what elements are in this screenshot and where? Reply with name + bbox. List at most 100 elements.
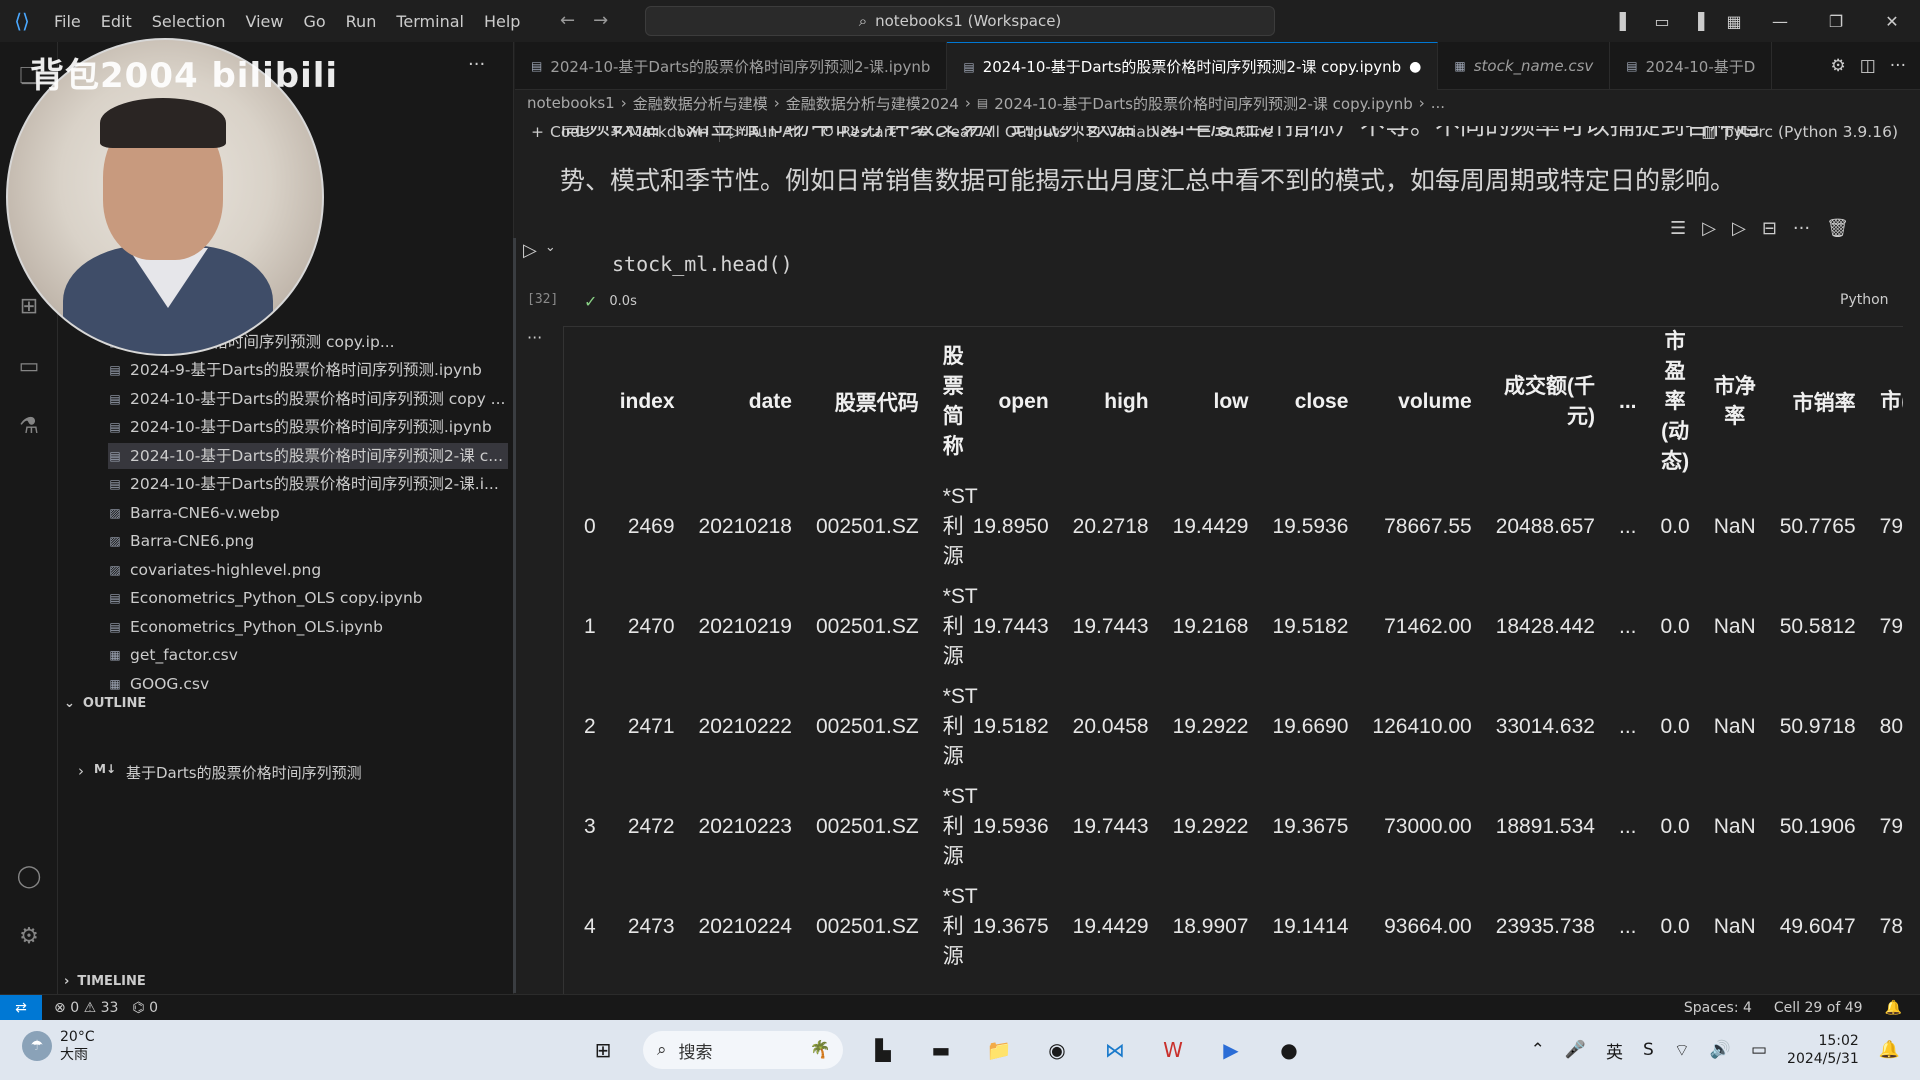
table-cell: 19.2922	[1172, 715, 1249, 738]
problems-indicator[interactable]: ⊗ 0 ⚠ 33	[54, 1000, 118, 1016]
menu-run[interactable]: Run	[336, 12, 387, 31]
menu-view[interactable]: View	[236, 12, 294, 31]
run-by-line-icon[interactable]: ☰	[1670, 218, 1686, 239]
execute-above-icon[interactable]: ▷	[1702, 218, 1716, 239]
chevron-up-icon[interactable]: ⌃	[1531, 1040, 1545, 1060]
notebook-file-icon: ▤	[109, 363, 121, 377]
more-actions-icon[interactable]: ···	[1890, 56, 1906, 76]
file-item-label: 2024-10-基于Darts的股票价格时间序列预测2-课.i...	[130, 475, 499, 493]
media-app-icon[interactable]: ▬	[923, 1032, 959, 1068]
forward-arrow-icon[interactable]: →	[593, 10, 608, 31]
file-item[interactable]: ▨ covariates-highlevel.png	[108, 557, 508, 583]
code-text[interactable]: stock_ml.head()	[612, 252, 793, 276]
windows-start-icon[interactable]: ⊞	[585, 1032, 621, 1068]
back-arrow-icon[interactable]: ←	[560, 10, 575, 31]
cell-position-status[interactable]: Cell 29 of 49	[1774, 1000, 1863, 1016]
breadcrumb-item[interactable]: 金融数据分析与建模	[633, 93, 768, 114]
tab-notebook-copy[interactable]: ▤ 2024-10-基于Darts的股票价格时间序列预测2-课 copy.ipy…	[947, 42, 1439, 90]
search-icon: ⌕	[858, 12, 868, 30]
file-item[interactable]: ▨ Barra-CNE6.png	[108, 528, 508, 554]
toggle-secondary-sidebar-icon[interactable]: ▐	[1680, 12, 1716, 31]
file-item[interactable]: ▤ 2024-10-基于Darts的股票价格时间序列预测2-课.i...	[108, 471, 508, 497]
file-item[interactable]: ▤ 2024-10-基于Darts的股票价格时间序列预测.ipynb	[108, 414, 508, 440]
more-actions-icon[interactable]: ···	[468, 54, 485, 75]
menu-file[interactable]: File	[44, 12, 91, 31]
unsaved-dot-icon[interactable]: ●	[1409, 59, 1421, 75]
file-item[interactable]: ▤ Econometrics_Python_OLS.ipynb	[108, 614, 508, 640]
wps-app-icon[interactable]: W	[1155, 1032, 1191, 1068]
extensions-icon[interactable]: ⊞	[14, 292, 44, 322]
battery-icon[interactable]: ▭	[1751, 1040, 1767, 1060]
output-actions-icon[interactable]: ···	[527, 328, 542, 347]
tab-stock-name-csv[interactable]: ▦ stock_name.csv	[1438, 42, 1611, 90]
breadcrumb-item[interactable]: 2024-10-基于Darts的股票价格时间序列预测2-课 copy.ipynb	[994, 93, 1412, 114]
toggle-primary-sidebar-icon[interactable]: ▌	[1608, 12, 1644, 31]
toggle-panel-icon[interactable]: ▭	[1644, 12, 1680, 31]
file-item[interactable]: ▤ 2024-9-基于Darts的股票价格时间序列预测.ipynb	[108, 357, 508, 383]
breadcrumb-item[interactable]: 金融数据分析与建模2024	[786, 93, 959, 114]
settings-gear-icon[interactable]: ⚙	[14, 922, 44, 952]
close-button[interactable]: ✕	[1864, 12, 1920, 31]
split-cell-icon[interactable]: ⊟	[1762, 218, 1777, 239]
table-cell: *ST利源	[942, 885, 978, 968]
indentation-status[interactable]: Spaces: 4	[1684, 1000, 1752, 1016]
volume-icon[interactable]: 🔊	[1710, 1040, 1731, 1060]
file-item[interactable]: ▦ GOOG.csv	[108, 671, 508, 697]
command-center[interactable]: ⌕ notebooks1 (Workspace)	[645, 6, 1275, 36]
execution-time: 0.0s	[609, 294, 637, 309]
split-editor-icon[interactable]: ◫	[1860, 56, 1876, 76]
file-item[interactable]: ▤ 2024-10-基于Darts的股票价格时间序列预测2-课 c...	[108, 442, 508, 469]
terminal-app-icon[interactable]: ▙	[865, 1032, 901, 1068]
customize-layout-icon[interactable]: ▦	[1716, 12, 1752, 31]
more-actions-icon[interactable]: ···	[1793, 218, 1810, 239]
run-cell-button[interactable]: ▷ ⌄	[523, 240, 556, 261]
table-cell: 20488.657	[1495, 515, 1595, 538]
menu-go[interactable]: Go	[293, 12, 335, 31]
table-cell: 20210223	[698, 815, 792, 838]
tab-notebook-lesson[interactable]: ▤ 2024-10-基于Darts的股票价格时间序列预测2-课.ipynb	[515, 42, 948, 90]
weather-widget[interactable]: ☂ 20°C 大雨	[22, 1028, 95, 1064]
ports-indicator[interactable]: ⌬ 0	[132, 1000, 158, 1016]
breadcrumb-item[interactable]: notebooks1	[527, 94, 615, 112]
timeline-section-header[interactable]: › TIMELINE	[64, 970, 146, 994]
file-item[interactable]: ▤ Econometrics_Python_OLS copy.ipynb	[108, 585, 508, 611]
s-app-icon[interactable]: S	[1643, 1040, 1654, 1060]
cell-language[interactable]: Python	[1840, 292, 1889, 308]
chevron-right-icon: ›	[620, 94, 627, 112]
tab-notebook-truncated[interactable]: ▤ 2024-10-基于D	[1610, 42, 1773, 90]
file-item[interactable]: ▤ 2024-10-基于Darts的股票价格时间序列预测 copy ...	[108, 386, 508, 412]
account-icon[interactable]: ◯	[14, 862, 44, 892]
video-app-icon[interactable]: ▶	[1213, 1032, 1249, 1068]
chrome-browser-icon[interactable]: ◉	[1039, 1032, 1075, 1068]
column-header	[564, 327, 608, 477]
outline-section-header[interactable]: ⌄ OUTLINE	[64, 692, 146, 716]
testing-icon[interactable]: ⚗	[14, 412, 44, 442]
column-header: low	[1213, 390, 1249, 413]
remote-explorer-icon[interactable]: ▭	[14, 352, 44, 382]
minimize-button[interactable]: —	[1752, 12, 1808, 31]
recorder-app-icon[interactable]: ●	[1271, 1032, 1307, 1068]
execute-below-icon[interactable]: ▷	[1732, 218, 1746, 239]
vscode-taskbar-icon[interactable]: ⋈	[1097, 1032, 1133, 1068]
menu-edit[interactable]: Edit	[91, 12, 142, 31]
file-explorer-icon[interactable]: 📁	[981, 1032, 1017, 1068]
menu-selection[interactable]: Selection	[142, 12, 236, 31]
clock[interactable]: 15:02 2024/5/31	[1787, 1032, 1859, 1068]
wifi-icon[interactable]: ⌔	[1674, 1040, 1690, 1061]
file-item[interactable]: ▨ Barra-CNE6-v.webp	[108, 500, 508, 526]
remote-indicator-icon[interactable]: ⇄	[0, 994, 42, 1021]
notification-icon[interactable]: 🔔	[1879, 1040, 1900, 1060]
menu-terminal[interactable]: Terminal	[386, 12, 474, 31]
outline-item[interactable]: › M↓ 基于Darts的股票价格时间序列预测	[78, 762, 362, 783]
file-item[interactable]: ▦ get_factor.csv	[108, 642, 508, 668]
notifications-bell-icon[interactable]: 🔔	[1885, 1000, 1902, 1016]
csv-file-icon: ▦	[1454, 59, 1466, 73]
menu-help[interactable]: Help	[474, 12, 530, 31]
taskbar-search[interactable]: ⌕ 搜索 🌴	[643, 1031, 843, 1069]
restore-button[interactable]: ❐	[1808, 12, 1864, 31]
settings-gear-icon[interactable]: ⚙	[1830, 56, 1845, 76]
microphone-icon[interactable]: 🎤	[1565, 1040, 1586, 1060]
delete-cell-icon[interactable]: 🗑	[1826, 218, 1849, 239]
ime-icon[interactable]: 英	[1606, 1038, 1623, 1063]
breadcrumb-item[interactable]: ...	[1431, 94, 1445, 112]
